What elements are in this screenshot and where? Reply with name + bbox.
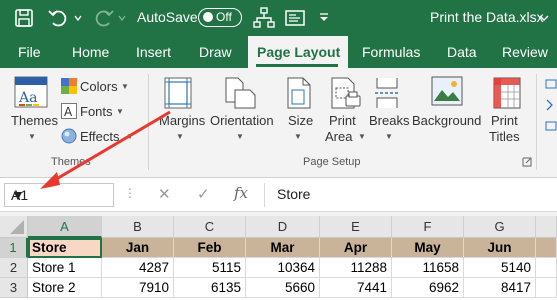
- annotation-arrow: [40, 110, 171, 189]
